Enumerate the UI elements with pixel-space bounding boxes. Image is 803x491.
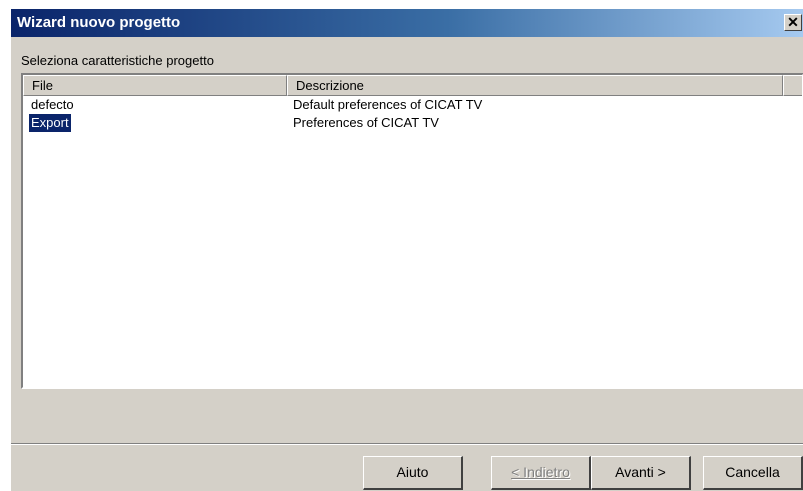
list-header: File Descrizione [23, 75, 802, 96]
project-list[interactable]: File Descrizione defecto Default prefere… [21, 73, 803, 389]
window-title: Wizard nuovo progetto [17, 14, 181, 31]
close-icon: ✕ [787, 14, 799, 30]
list-item-selected[interactable]: Export Preferences of CICAT TV [23, 113, 802, 133]
next-button[interactable]: Avanti > [591, 456, 691, 490]
back-button[interactable]: < Indietro [491, 456, 591, 490]
list-item-description: Default preferences of CICAT TV [293, 97, 483, 112]
column-header-file[interactable]: File [23, 75, 287, 96]
close-button[interactable]: ✕ [784, 14, 802, 31]
group-label: Seleziona caratteristiche progetto [21, 53, 214, 68]
wizard-dialog: Wizard nuovo progetto ✕ Seleziona caratt… [10, 8, 803, 491]
list-item[interactable]: defecto Default preferences of CICAT TV [23, 96, 802, 114]
title-bar[interactable]: Wizard nuovo progetto ✕ [11, 9, 803, 37]
column-header-filler [783, 75, 802, 96]
column-header-description[interactable]: Descrizione [287, 75, 783, 96]
list-item-description: Preferences of CICAT TV [293, 115, 439, 130]
list-item-file: defecto [31, 97, 74, 112]
button-separator [11, 443, 803, 445]
list-item-file: Export [28, 113, 72, 133]
cancel-button[interactable]: Cancella [703, 456, 803, 490]
help-button[interactable]: Aiuto [363, 456, 463, 490]
back-button-label: < Indietro [511, 464, 570, 480]
